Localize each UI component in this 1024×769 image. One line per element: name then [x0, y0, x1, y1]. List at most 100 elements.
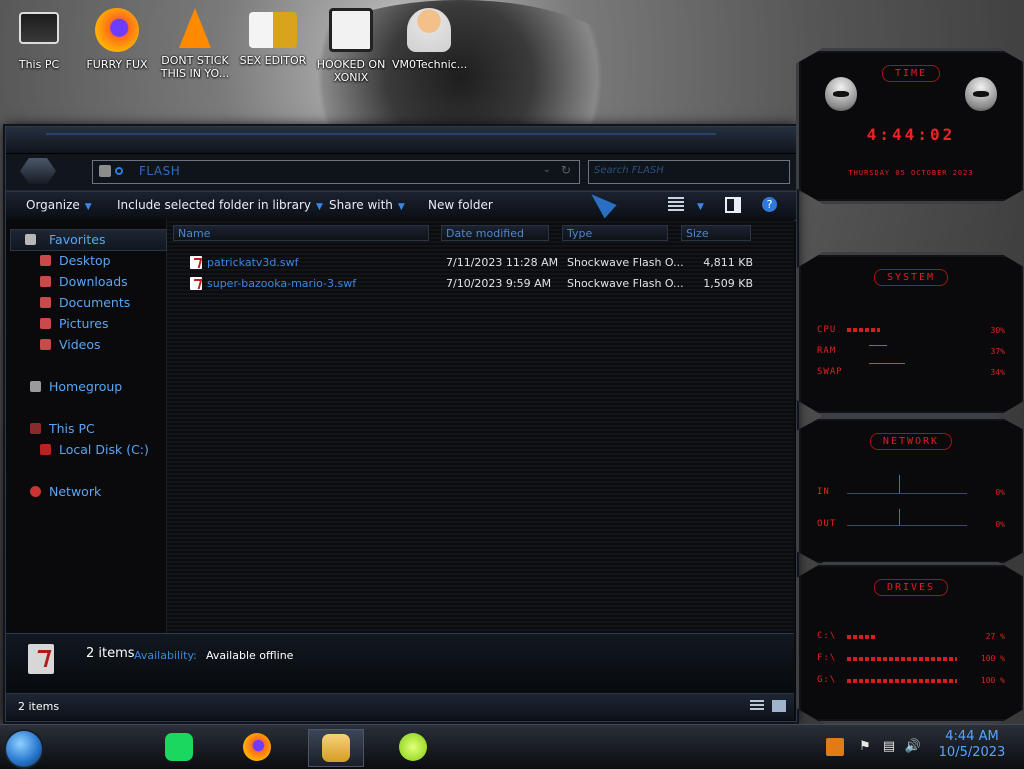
- back-forward-button[interactable]: [20, 158, 56, 184]
- nav-label: Pictures: [59, 316, 109, 331]
- firefox-icon: [95, 8, 139, 52]
- downloads-icon: [40, 276, 51, 287]
- documents-icon: [40, 297, 51, 308]
- file-size: 1,509 KB: [703, 277, 753, 290]
- network-in-spike: [899, 475, 900, 493]
- taskbar-app-lime[interactable]: [386, 729, 440, 765]
- nav-label: Homegroup: [49, 379, 123, 394]
- nav-label: Network: [49, 484, 102, 499]
- desktop-icon-hooked-on-xonix[interactable]: HOOKED ON XONIX: [314, 6, 388, 84]
- file-row[interactable]: super-bazooka-mario-3.swf 7/10/2023 9:59…: [167, 273, 794, 294]
- refresh-icon[interactable]: ↻: [561, 163, 571, 177]
- nav-label: Documents: [59, 295, 131, 310]
- view-dropdown-button[interactable]: ▼: [692, 198, 704, 212]
- location-icon: [115, 167, 123, 175]
- desktop-icon-this-pc[interactable]: This PC: [2, 6, 76, 71]
- desktop-icon-vm0technic[interactable]: VM0Technic...: [392, 6, 467, 71]
- column-header-name[interactable]: Name: [173, 225, 429, 241]
- search-input[interactable]: Search FLASH: [588, 160, 790, 184]
- taskbar-app-firefox[interactable]: [230, 729, 284, 765]
- gadget-date: THURSDAY 05 OCTOBER 2023: [848, 169, 974, 177]
- drive-label: C:\: [817, 631, 837, 641]
- nav-item-local-disk[interactable]: Local Disk (C:): [6, 440, 166, 460]
- ram-graph: [869, 345, 887, 346]
- nav-item-desktop[interactable]: Desktop: [6, 251, 166, 271]
- start-orb-button[interactable]: [6, 731, 42, 767]
- volume-icon[interactable]: 🔊: [904, 738, 922, 756]
- window-titlebar[interactable]: [6, 127, 796, 154]
- drive-bar: [847, 679, 957, 683]
- desktop-icon-sex-editor[interactable]: SEX EDITOR: [236, 6, 310, 67]
- include-in-library-button[interactable]: Include selected folder in library ▼: [117, 198, 323, 212]
- address-path[interactable]: FLASH: [139, 164, 180, 178]
- nav-item-this-pc[interactable]: This PC: [6, 419, 166, 439]
- new-folder-button[interactable]: New folder: [428, 198, 493, 212]
- network-icon: [30, 486, 41, 497]
- large-icons-view-icon[interactable]: [772, 700, 786, 712]
- nav-item-favorites[interactable]: Favorites: [10, 229, 167, 251]
- file-list[interactable]: Name Date modified Type Size patrickatv3…: [167, 219, 794, 633]
- swap-value: 34%: [990, 368, 1005, 377]
- file-name[interactable]: super-bazooka-mario-3.swf: [207, 273, 356, 294]
- organize-button[interactable]: Organize ▼: [26, 198, 92, 212]
- swap-label: SWAP: [817, 367, 843, 377]
- desktop-icon-label: This PC: [18, 58, 60, 71]
- status-item-count: 2 items: [18, 700, 60, 713]
- column-header-type[interactable]: Type: [562, 225, 668, 241]
- app-tray-icon[interactable]: [826, 738, 844, 756]
- chevron-down-icon: ▼: [84, 202, 92, 212]
- navigation-pane: Favorites Desktop Downloads Documents Pi…: [6, 219, 167, 633]
- explorer-window[interactable]: FLASH ⌄ ↻ Search FLASH Organize ▼ Include…: [5, 126, 797, 722]
- ram-label: RAM: [817, 346, 837, 356]
- taskbar-clock[interactable]: 4:44 AM 10/5/2023: [930, 729, 1014, 761]
- system-gadget[interactable]: SYSTEM CPU 30% RAM 37% SWAP 34%: [796, 252, 1024, 416]
- column-header-size[interactable]: Size: [681, 225, 751, 241]
- drive-label: G:\: [817, 675, 837, 685]
- file-name[interactable]: patrickatv3d.swf: [207, 252, 298, 273]
- share-with-button[interactable]: Share with ▼: [329, 198, 405, 212]
- desktop-icon-furry-fux[interactable]: FURRY FUX: [80, 6, 154, 71]
- nav-item-documents[interactable]: Documents: [6, 293, 166, 313]
- drives-gadget[interactable]: DRIVES C:\ 27 % F:\ 100 % G:\ 100 %: [796, 562, 1024, 724]
- folder-icon: [322, 734, 350, 762]
- desktop-icon-label: SEX EDITOR: [239, 54, 307, 67]
- time-gadget[interactable]: TIME 4:44:02 THURSDAY 05 OCTOBER 2023: [796, 48, 1024, 204]
- details-view-icon[interactable]: [750, 700, 764, 712]
- chevron-down-icon[interactable]: ⌄: [543, 164, 551, 175]
- preview-pane-icon[interactable]: [725, 197, 741, 213]
- vlc-cone-icon: [179, 8, 211, 48]
- taskbar-time: 4:44 AM: [945, 729, 999, 744]
- alien-head-icon: [825, 77, 857, 111]
- desktop-icon-dont-stick[interactable]: DONT STICK THIS IN YO...: [158, 6, 232, 80]
- network-out-value: 0%: [995, 520, 1005, 529]
- view-options-icon[interactable]: [668, 197, 684, 213]
- help-icon[interactable]: ?: [762, 197, 777, 212]
- taskbar-app-explorer[interactable]: [308, 729, 364, 767]
- file-row[interactable]: patrickatv3d.swf 7/11/2023 11:28 AM Shoc…: [167, 252, 794, 273]
- ram-value: 37%: [990, 347, 1005, 356]
- file-date: 7/11/2023 11:28 AM: [446, 256, 559, 269]
- nav-item-downloads[interactable]: Downloads: [6, 272, 166, 292]
- drive-bar: [847, 657, 957, 661]
- chevron-down-icon: ▼: [315, 202, 323, 212]
- network-gadget[interactable]: NETWORK IN 0% OUT 0%: [796, 416, 1024, 566]
- column-header-date[interactable]: Date modified: [441, 225, 549, 241]
- nav-item-pictures[interactable]: Pictures: [6, 314, 166, 334]
- action-center-icon[interactable]: ⚑: [856, 738, 874, 756]
- gadget-title: TIME: [881, 65, 941, 82]
- availability-value: Available offline: [206, 649, 294, 662]
- user-icon: [407, 8, 451, 52]
- videos-icon: [40, 339, 51, 350]
- gadget-clock: 4:44:02: [866, 125, 956, 144]
- nav-item-homegroup[interactable]: Homegroup: [6, 377, 166, 397]
- address-bar[interactable]: FLASH ⌄ ↻: [92, 160, 580, 184]
- nav-item-network[interactable]: Network: [6, 482, 166, 502]
- drive-value: 100 %: [980, 654, 1005, 663]
- nav-label: Favorites: [49, 232, 106, 247]
- notes-icon: [165, 733, 193, 761]
- network-tray-icon[interactable]: ▤: [880, 738, 898, 756]
- drive-icon: [40, 444, 51, 455]
- nav-label: Downloads: [59, 274, 128, 289]
- taskbar-app-notes[interactable]: [152, 729, 206, 765]
- nav-item-videos[interactable]: Videos: [6, 335, 166, 355]
